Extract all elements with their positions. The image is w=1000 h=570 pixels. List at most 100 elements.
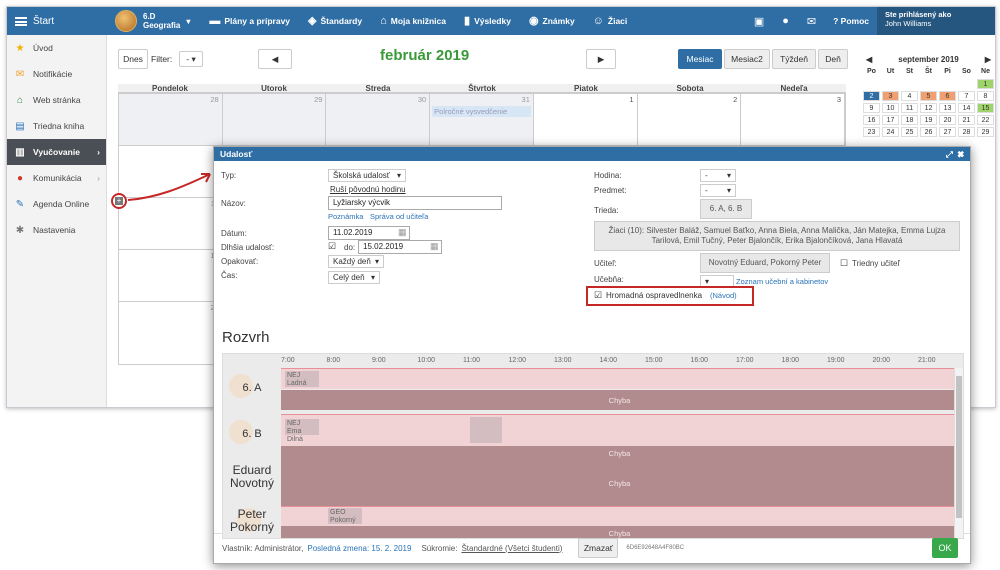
mail-icon[interactable]: ✉ [798, 15, 825, 28]
prev-month-button[interactable]: ◀ [258, 49, 292, 69]
delete-button[interactable]: Zmazať [578, 538, 619, 558]
mini-day[interactable]: 19 [920, 115, 937, 125]
calendar-day[interactable]: 29 [222, 94, 327, 145]
view-tyzden[interactable]: Týždeň [772, 49, 816, 69]
sprava-link[interactable]: Správa od učiteľa [370, 212, 428, 221]
predmet-select[interactable]: - ▾ [700, 184, 736, 197]
sidebar-item-nastavenia[interactable]: ✱ Nastavenia [7, 217, 106, 243]
mini-day[interactable]: 6 [939, 91, 956, 101]
mini-day[interactable]: 28 [958, 127, 975, 137]
calendar-event[interactable]: Polročné vysvedčenie [432, 106, 531, 117]
mini-day[interactable]: 26 [920, 127, 937, 137]
mini-day[interactable]: 5 [920, 91, 937, 101]
mini-day[interactable]: 1 [977, 79, 994, 89]
add-event-button[interactable]: + [111, 193, 127, 209]
mini-day[interactable]: 16 [863, 115, 880, 125]
view-den[interactable]: Deň [818, 49, 848, 69]
typ-select[interactable]: Školská udalosť ▾ [328, 169, 406, 182]
mini-day[interactable]: 4 [901, 91, 918, 101]
lesson-block[interactable]: NEJ Ladná [285, 371, 319, 387]
trieda-value[interactable]: 6. A, 6. B [700, 199, 752, 219]
dlhsia-checkbox[interactable]: ☑ [328, 241, 336, 252]
close-icon[interactable]: ✖ [958, 149, 964, 159]
view-mesiac2[interactable]: Mesiac2 [724, 49, 770, 69]
poznamka-link[interactable]: Poznámka [328, 212, 363, 221]
opakovat-select[interactable]: Každý deň ▾ [328, 255, 384, 268]
filter-select[interactable]: - ▾ [179, 51, 203, 67]
calendar-icon[interactable]: ▦ [430, 241, 439, 252]
mini-day[interactable]: 12 [920, 103, 937, 113]
mini-day[interactable]: 29 [977, 127, 994, 137]
nav-plany[interactable]: ▬ Plány a prípravy [200, 15, 299, 27]
mini-day[interactable]: 10 [882, 103, 899, 113]
ucebna-link[interactable]: Zoznam učební a kabinetov [736, 277, 828, 286]
expand-icon[interactable]: ⤢ [946, 149, 953, 159]
help-button[interactable]: ? Pomoc [825, 16, 877, 26]
nazov-input[interactable]: Lyžiarsky výcvik [328, 196, 502, 210]
calendar-day[interactable]: 25 [119, 302, 223, 354]
sidebar-item-web[interactable]: ⌂ Web stránka [7, 87, 106, 113]
sidebar-item-uvod[interactable]: ★ Úvod [7, 35, 106, 61]
nav-kniznica[interactable]: ⌂ Moja knižnica [371, 15, 455, 27]
calendar-day[interactable]: 1 [533, 94, 638, 145]
mini-day[interactable]: 11 [901, 103, 918, 113]
nav-znamky[interactable]: ◉ Známky [520, 15, 584, 27]
nav-ziaci[interactable]: ☺ Žiaci [584, 15, 637, 27]
mini-day[interactable]: 7 [958, 91, 975, 101]
zrusi-hodinu-link[interactable]: Ruší pôvodnú hodinu [330, 185, 406, 194]
qr-icon[interactable]: ▣ [745, 15, 773, 28]
hodina-select[interactable]: - ▾ [700, 169, 736, 182]
mini-day[interactable]: 25 [901, 127, 918, 137]
sidebar-item-agenda[interactable]: ✎ Agenda Online [7, 191, 106, 217]
chat-icon[interactable]: ● [773, 15, 798, 27]
prev-icon[interactable]: ◀ [866, 55, 872, 64]
sidebar-item-vyucovanie[interactable]: ▥ Vyučovanie › [7, 139, 106, 165]
nav-vysledky[interactable]: ▮ Výsledky [455, 15, 520, 27]
mini-day[interactable]: 18 [901, 115, 918, 125]
today-button[interactable]: Dnes [118, 49, 148, 69]
mini-day[interactable]: 14 [958, 103, 975, 113]
mini-day[interactable]: 8 [977, 91, 994, 101]
next-month-button[interactable]: ▶ [586, 49, 616, 69]
next-icon[interactable]: ▶ [985, 55, 991, 64]
mini-day[interactable]: 9 [863, 103, 880, 113]
ziaci-list[interactable]: Žiaci (10): Silvester Baláž, Samuel Baťk… [594, 221, 960, 251]
mini-day[interactable]: 3 [882, 91, 899, 101]
calendar-day[interactable]: 28 [119, 94, 223, 145]
calendar-day[interactable]: 31 Polročné vysvedčenie [430, 94, 534, 145]
calendar-day[interactable]: 2 [637, 94, 742, 145]
sidebar-item-komunikacia[interactable]: ● Komunikácia › [7, 165, 106, 191]
last-change-link[interactable]: Posledná zmena: 15. 2. 2019 [307, 544, 411, 553]
mini-day[interactable]: 20 [939, 115, 956, 125]
ok-button[interactable]: OK [932, 538, 958, 558]
calendar-day[interactable]: 18 [119, 250, 223, 301]
mini-day[interactable]: 27 [939, 127, 956, 137]
ucitel-value[interactable]: Novotný Eduard, Pokorný Peter [700, 253, 830, 273]
mini-day[interactable]: 17 [882, 115, 899, 125]
calendar-icon[interactable]: ▦ [398, 227, 407, 238]
mini-day[interactable]: 13 [939, 103, 956, 113]
calendar-day[interactable]: 3 [741, 94, 846, 145]
sidebar-item-notifikacie[interactable]: ✉ Notifikácie [7, 61, 106, 87]
lesson-block[interactable]: NEJ Ema Dilná [285, 419, 319, 443]
mini-day[interactable]: 24 [882, 127, 899, 137]
navod-link[interactable]: (Návod) [710, 291, 737, 300]
mini-day[interactable]: 2 [863, 91, 880, 101]
user-menu[interactable]: Ste prihlásený ako John Williams [877, 7, 995, 35]
timetable-scrollbar[interactable] [954, 368, 963, 538]
triedny-checkbox[interactable]: ☐ [840, 258, 848, 269]
mini-day[interactable]: 23 [863, 127, 880, 137]
cas-select[interactable]: Celý deň ▾ [328, 271, 380, 284]
sidebar-item-triedna[interactable]: ▤ Triedna kniha [7, 113, 106, 139]
nav-standardy[interactable]: ◈ Štandardy [299, 15, 371, 27]
lesson-block[interactable]: GEO Pokorný [328, 508, 362, 524]
mini-day[interactable]: 21 [958, 115, 975, 125]
privacy-value[interactable]: Štandardné (Všetci študenti) [461, 544, 562, 553]
mini-day[interactable]: 22 [977, 115, 994, 125]
lesson-block[interactable] [470, 417, 502, 443]
scrollbar-thumb[interactable] [956, 376, 962, 518]
mini-day[interactable]: 15 [977, 103, 994, 113]
subject-selector[interactable]: 6.D Geografia ▾ [107, 10, 200, 32]
start-button[interactable]: Štart [7, 16, 107, 27]
calendar-day[interactable]: 30 [326, 94, 431, 145]
